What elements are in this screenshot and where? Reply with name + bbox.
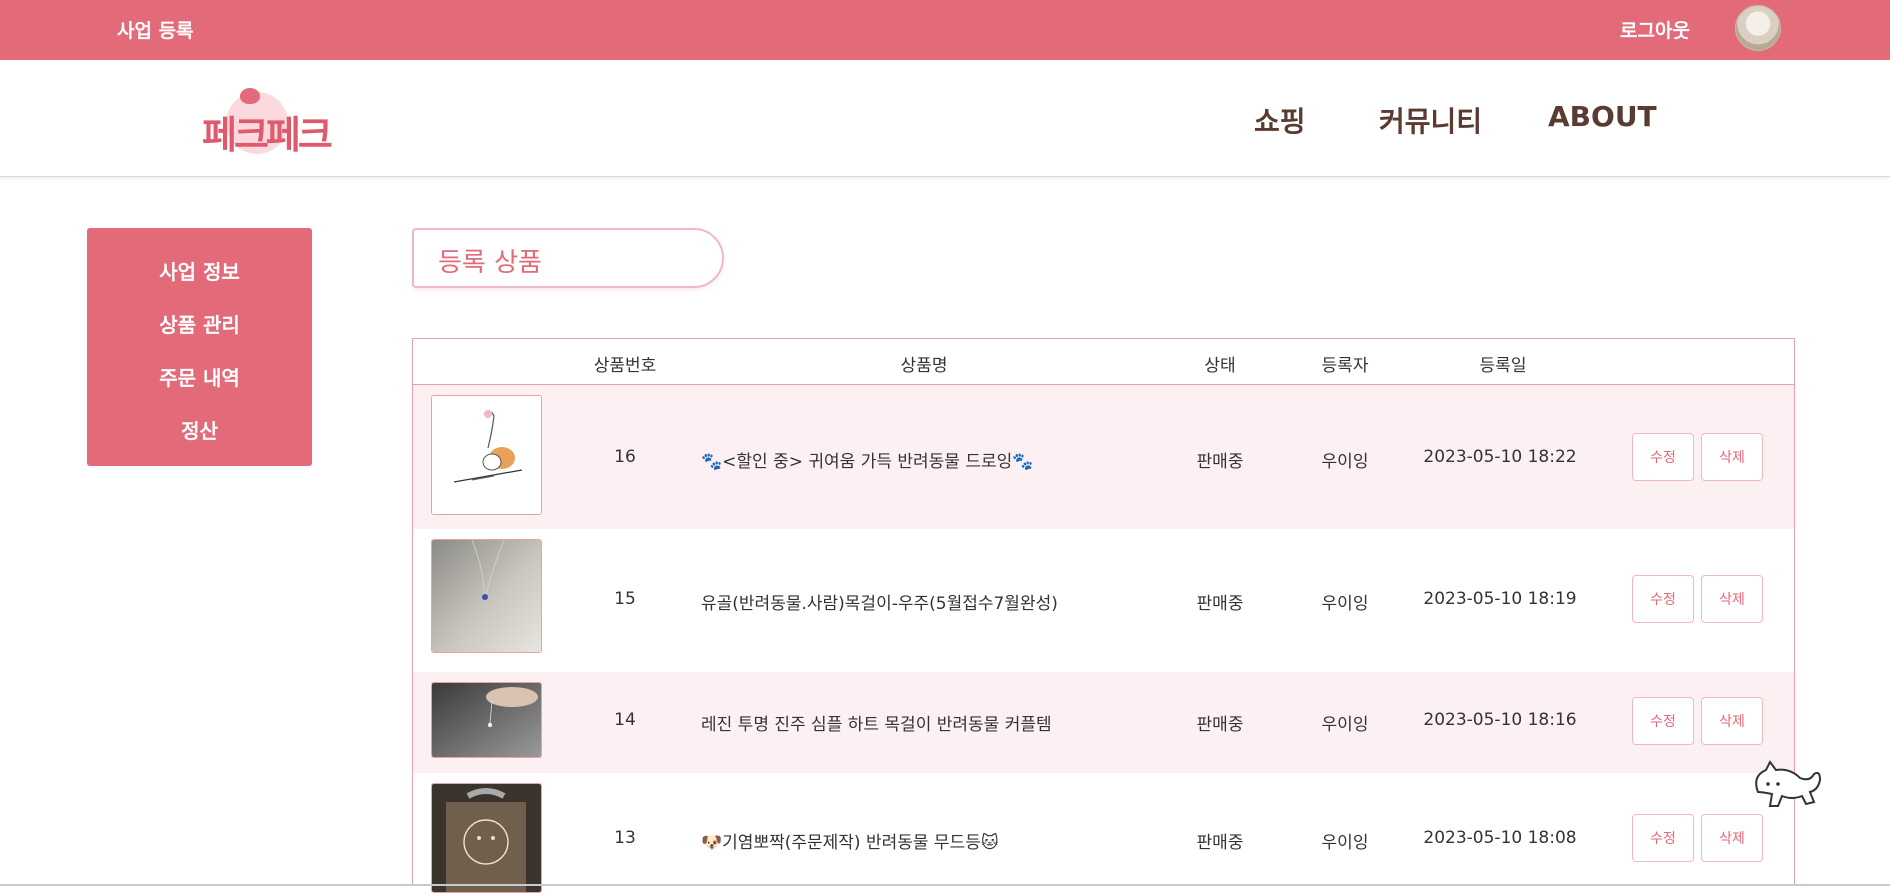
nav-shopping[interactable]: 쇼핑 bbox=[1254, 100, 1306, 140]
sidebar-item-product-management[interactable]: 상품 관리 bbox=[87, 309, 312, 338]
sidebar-item-settlement[interactable]: 정산 bbox=[87, 415, 312, 444]
product-author: 우이잉 bbox=[1321, 594, 1369, 614]
avatar[interactable] bbox=[1735, 5, 1781, 51]
product-thumbnail[interactable] bbox=[431, 783, 542, 893]
edit-button[interactable]: 수정 bbox=[1632, 433, 1694, 481]
nav-community[interactable]: 커뮤니티 bbox=[1379, 100, 1482, 140]
product-number: 16 bbox=[614, 447, 636, 467]
delete-button[interactable]: 삭제 bbox=[1701, 814, 1763, 862]
product-date: 2023-05-10 18:19 bbox=[1423, 589, 1577, 609]
header-product-number: 상품번호 bbox=[593, 356, 657, 376]
delete-button[interactable]: 삭제 bbox=[1701, 433, 1763, 481]
sidebar-item-order-history[interactable]: 주문 내역 bbox=[87, 362, 312, 391]
product-thumbnail[interactable] bbox=[431, 682, 542, 758]
product-number: 14 bbox=[614, 710, 636, 730]
logo-cat-icon bbox=[240, 88, 260, 104]
product-status: 판매중 bbox=[1196, 715, 1244, 735]
header-status: 상태 bbox=[1204, 356, 1236, 376]
product-status: 판매중 bbox=[1196, 594, 1244, 614]
product-author: 우이잉 bbox=[1321, 833, 1369, 853]
product-thumbnail[interactable] bbox=[431, 539, 542, 653]
product-thumbnail[interactable] bbox=[431, 395, 542, 515]
sidebar-item-business-info[interactable]: 사업 정보 bbox=[87, 256, 312, 285]
logout-link[interactable]: 로그아웃 bbox=[1620, 16, 1690, 43]
product-status: 판매중 bbox=[1196, 452, 1244, 472]
logo[interactable]: 페크페크 bbox=[196, 88, 336, 157]
table-row: 16 🐾<할인 중> 귀여움 가득 반려동물 드로잉🐾 판매중 우이잉 2023… bbox=[413, 385, 1794, 529]
table-row: 14 레진 투명 진주 심플 하트 목걸이 반려동물 커플템 판매중 우이잉 2… bbox=[413, 672, 1794, 773]
header-author: 등록자 bbox=[1321, 356, 1369, 376]
business-register-link[interactable]: 사업 등록 bbox=[117, 16, 194, 43]
product-name[interactable]: 🐶기염뽀짝(주문제작) 반려동물 무드등🐱 bbox=[701, 828, 999, 853]
product-name[interactable]: 유골(반려동물.사람)목걸이-우주(5월접수7월완성) bbox=[701, 589, 1058, 614]
top-bar: 사업 등록 로그아웃 bbox=[0, 0, 1890, 60]
table-row: 13 🐶기염뽀짝(주문제작) 반려동물 무드등🐱 판매중 우이잉 2023-05… bbox=[413, 773, 1794, 893]
edit-button[interactable]: 수정 bbox=[1632, 697, 1694, 745]
product-date: 2023-05-10 18:08 bbox=[1423, 828, 1577, 848]
edit-button[interactable]: 수정 bbox=[1632, 575, 1694, 623]
logo-text: 페크페크 bbox=[202, 113, 333, 157]
delete-button[interactable]: 삭제 bbox=[1701, 697, 1763, 745]
product-name[interactable]: 🐾<할인 중> 귀여움 가득 반려동물 드로잉🐾 bbox=[701, 447, 1033, 472]
edit-button[interactable]: 수정 bbox=[1632, 814, 1694, 862]
section-title-text: 등록 상품 bbox=[438, 248, 542, 278]
product-number: 15 bbox=[614, 589, 636, 609]
header-product-name: 상품명 bbox=[900, 356, 948, 376]
product-status: 판매중 bbox=[1196, 833, 1244, 853]
table-row: 15 유골(반려동물.사람)목걸이-우주(5월접수7월완성) 판매중 우이잉 2… bbox=[413, 529, 1794, 672]
section-title: 등록 상품 bbox=[412, 228, 724, 288]
product-number: 13 bbox=[614, 828, 636, 848]
floating-cat-icon[interactable] bbox=[1748, 752, 1830, 820]
product-table: 상품번호 상품명 상태 등록자 등록일 16 🐾<할인 중> 귀여움 가득 반려… bbox=[412, 338, 1795, 893]
table-header: 상품번호 상품명 상태 등록자 등록일 bbox=[413, 339, 1794, 385]
product-author: 우이잉 bbox=[1321, 452, 1369, 472]
product-author: 우이잉 bbox=[1321, 715, 1369, 735]
product-name[interactable]: 레진 투명 진주 심플 하트 목걸이 반려동물 커플템 bbox=[701, 710, 1052, 735]
product-date: 2023-05-10 18:16 bbox=[1423, 710, 1577, 730]
product-date: 2023-05-10 18:22 bbox=[1423, 447, 1577, 467]
header-date: 등록일 bbox=[1479, 356, 1527, 376]
nav-about[interactable]: ABOUT bbox=[1548, 100, 1657, 133]
sidebar: 사업 정보 상품 관리 주문 내역 정산 bbox=[87, 228, 312, 466]
delete-button[interactable]: 삭제 bbox=[1701, 575, 1763, 623]
